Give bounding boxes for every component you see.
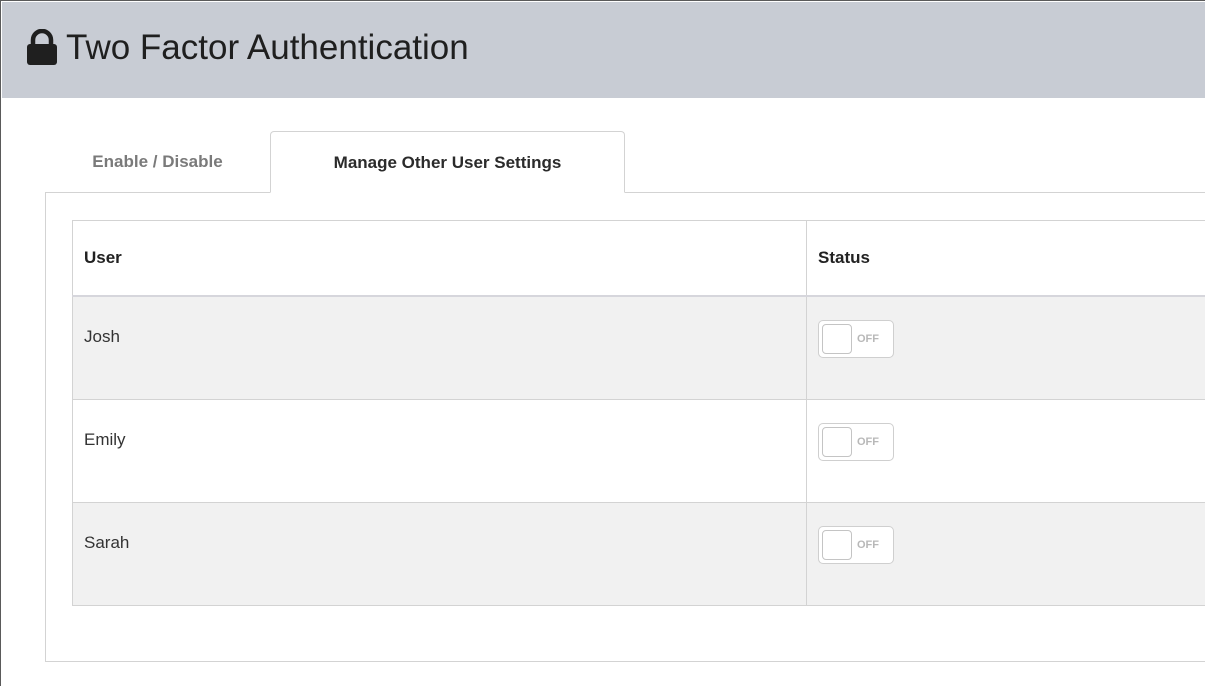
status-cell: OFF bbox=[806, 399, 1205, 503]
two-factor-toggle[interactable]: OFF bbox=[818, 525, 894, 564]
status-cell: OFF bbox=[806, 296, 1205, 400]
lock-icon bbox=[27, 29, 57, 65]
user-name: Emily bbox=[84, 429, 126, 449]
user-name: Sarah bbox=[84, 532, 130, 552]
column-header-user: User bbox=[72, 220, 807, 297]
toggle-knob bbox=[822, 529, 852, 560]
two-factor-toggle[interactable]: OFF bbox=[818, 320, 894, 358]
user-cell: Josh bbox=[72, 296, 807, 400]
tab-manage-other-user-settings[interactable]: Manage Other User Settings bbox=[270, 131, 625, 193]
two-factor-toggle[interactable]: OFF bbox=[818, 422, 894, 461]
app-frame: Two Factor Authentication Enable / Disab… bbox=[0, 0, 1205, 686]
status-cell: OFF bbox=[806, 502, 1205, 606]
tab-panel: User Status Josh OFF Emily OFF Sarah OFF bbox=[45, 192, 1205, 662]
page-title: Two Factor Authentication bbox=[66, 28, 469, 67]
user-cell: Emily bbox=[72, 399, 807, 503]
users-table: User Status Josh OFF Emily OFF Sarah OFF bbox=[72, 220, 1205, 606]
toggle-knob bbox=[822, 426, 852, 457]
tab-enable-disable[interactable]: Enable / Disable bbox=[45, 131, 270, 193]
table-row: Josh OFF bbox=[72, 296, 1205, 400]
page-header: Two Factor Authentication bbox=[2, 2, 1205, 98]
toggle-knob bbox=[822, 324, 852, 354]
toggle-state-label: OFF bbox=[857, 333, 879, 345]
toggle-state-label: OFF bbox=[857, 435, 879, 448]
user-cell: Sarah bbox=[72, 502, 807, 606]
table-row: Emily OFF bbox=[72, 399, 1205, 503]
table-header-row: User Status bbox=[72, 220, 1205, 297]
table-row: Sarah OFF bbox=[72, 502, 1205, 606]
toggle-state-label: OFF bbox=[857, 538, 879, 551]
column-header-status: Status bbox=[806, 220, 1205, 297]
user-name: Josh bbox=[84, 327, 120, 346]
